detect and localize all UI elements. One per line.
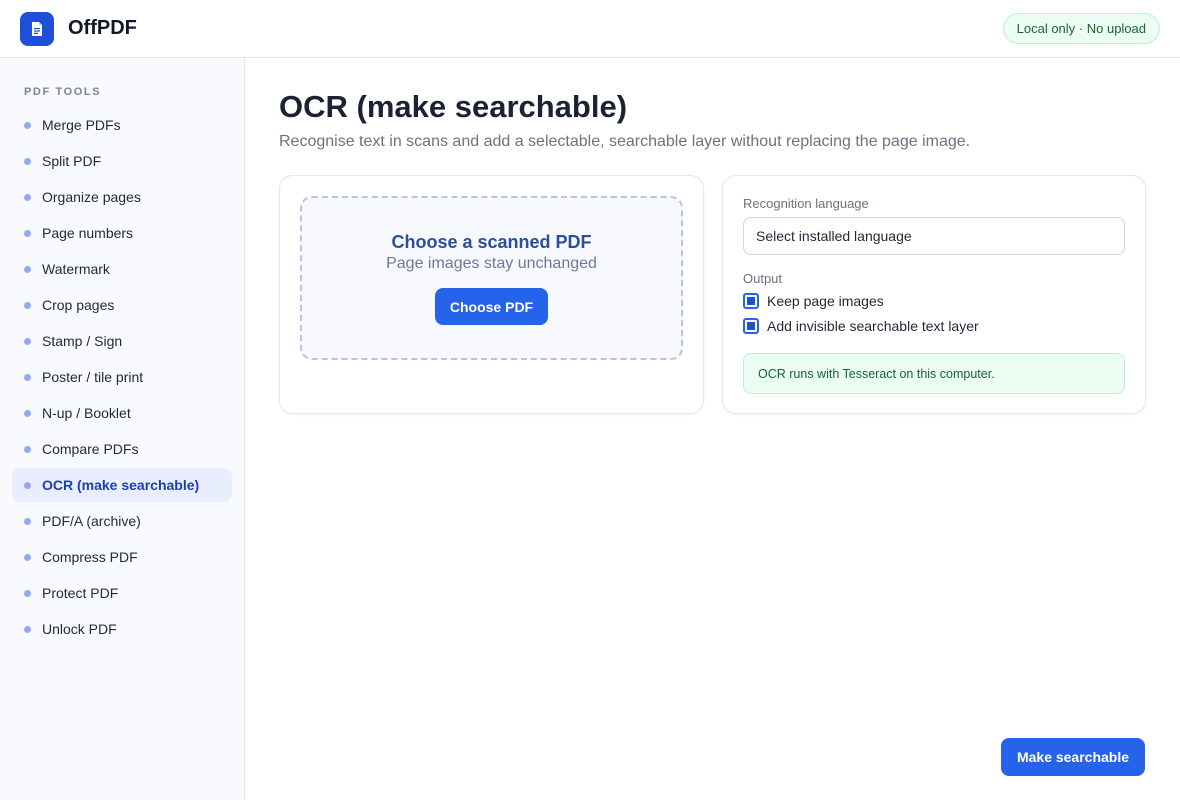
sidebar-item-label: Merge PDFs <box>42 117 121 133</box>
sidebar-item-label: Watermark <box>42 261 110 277</box>
sidebar-item-n-up-booklet[interactable]: N-up / Booklet <box>12 396 232 430</box>
bullet-icon <box>24 193 31 201</box>
page-title: OCR (make searchable) <box>279 89 628 124</box>
bullet-icon <box>24 589 31 597</box>
make-searchable-button[interactable]: Make searchable <box>1001 738 1145 776</box>
keep-images-checkbox[interactable] <box>743 293 759 309</box>
tool-panels: Choose a scanned PDF Page images stay un… <box>279 175 1146 414</box>
keep-images-option[interactable]: Keep page images <box>743 291 1125 311</box>
sidebar-item-organize-pages[interactable]: Organize pages <box>12 180 232 214</box>
sidebar-item-unlock-pdf[interactable]: Unlock PDF <box>12 612 232 646</box>
sidebar-item-protect-pdf[interactable]: Protect PDF <box>12 576 232 610</box>
dropzone-title: Choose a scanned PDF <box>391 232 592 252</box>
sidebar-item-ocr[interactable]: OCR (make searchable) <box>12 468 232 502</box>
bullet-icon <box>24 409 31 417</box>
text-layer-label: Add invisible searchable text layer <box>767 318 979 334</box>
privacy-badge: Local only · No upload <box>1002 13 1160 44</box>
sidebar-item-pdf-a-archive[interactable]: PDF/A (archive) <box>12 504 232 538</box>
main-content: OCR (make searchable) Recognise text in … <box>279 58 1146 414</box>
bullet-icon <box>24 265 31 273</box>
check-mark-icon <box>747 322 755 330</box>
check-mark-icon <box>747 297 755 305</box>
sidebar-item-label: OCR (make searchable) <box>42 477 200 493</box>
output-label: Output <box>743 271 783 286</box>
sidebar-heading: PDF TOOLS <box>24 86 102 98</box>
sidebar-item-compare-pdfs[interactable]: Compare PDFs <box>12 432 232 466</box>
upload-card: Choose a scanned PDF Page images stay un… <box>279 175 704 414</box>
bullet-icon <box>24 517 31 525</box>
sidebar-item-split-pdf[interactable]: Split PDF <box>12 144 232 178</box>
tool-nav: Merge PDFs Split PDF Organize pages Page… <box>12 108 232 646</box>
sidebar-item-poster-tile-print[interactable]: Poster / tile print <box>12 360 232 394</box>
sidebar-item-label: Compare PDFs <box>42 441 139 457</box>
sidebar-item-label: Compress PDF <box>42 549 138 565</box>
sidebar-item-label: Page numbers <box>42 225 134 241</box>
bullet-icon <box>24 625 31 633</box>
file-dropzone[interactable]: Choose a scanned PDF Page images stay un… <box>300 196 683 360</box>
sidebar-item-stamp-sign[interactable]: Stamp / Sign <box>12 324 232 358</box>
bullet-icon <box>24 337 31 345</box>
sidebar-item-page-numbers[interactable]: Page numbers <box>12 216 232 250</box>
bullet-icon <box>24 553 31 561</box>
app-title: OffPDF <box>68 17 137 39</box>
sidebar-item-label: Split PDF <box>42 153 102 169</box>
dropzone-subtitle: Page images stay unchanged <box>386 255 597 272</box>
text-layer-option[interactable]: Add invisible searchable text layer <box>743 316 1125 336</box>
sidebar: PDF TOOLS Merge PDFs Split PDF Organize … <box>0 58 245 800</box>
sidebar-item-label: Stamp / Sign <box>42 333 123 349</box>
app-header: OffPDF Local only · No upload <box>0 0 1180 58</box>
bullet-icon <box>24 229 31 237</box>
keep-images-label: Keep page images <box>767 293 884 309</box>
sidebar-item-label: Crop pages <box>42 297 115 313</box>
bullet-icon <box>24 157 31 165</box>
sidebar-item-label: Unlock PDF <box>42 621 117 637</box>
sidebar-item-crop-pages[interactable]: Crop pages <box>12 288 232 322</box>
bullet-icon <box>24 445 31 453</box>
sidebar-item-label: Poster / tile print <box>42 369 144 385</box>
bullet-icon <box>24 481 31 489</box>
options-card: Recognition language Select installed la… <box>722 175 1146 414</box>
page-subtitle: Recognise text in scans and add a select… <box>279 133 971 150</box>
sidebar-item-label: Organize pages <box>42 189 141 205</box>
language-select[interactable]: Select installed language <box>743 217 1125 255</box>
info-note: OCR runs with Tesseract on this computer… <box>743 353 1125 394</box>
sidebar-item-merge-pdfs[interactable]: Merge PDFs <box>12 108 232 142</box>
text-layer-checkbox[interactable] <box>743 318 759 334</box>
sidebar-item-label: Protect PDF <box>42 585 119 601</box>
language-label: Recognition language <box>743 196 869 211</box>
bullet-icon <box>24 121 31 129</box>
bullet-icon <box>24 373 31 381</box>
sidebar-item-compress-pdf[interactable]: Compress PDF <box>12 540 232 574</box>
sidebar-item-label: N-up / Booklet <box>42 405 131 421</box>
sidebar-item-watermark[interactable]: Watermark <box>12 252 232 286</box>
choose-pdf-button[interactable]: Choose PDF <box>435 288 548 325</box>
sidebar-item-label: PDF/A (archive) <box>42 513 141 529</box>
document-icon <box>20 11 54 46</box>
bullet-icon <box>24 301 31 309</box>
